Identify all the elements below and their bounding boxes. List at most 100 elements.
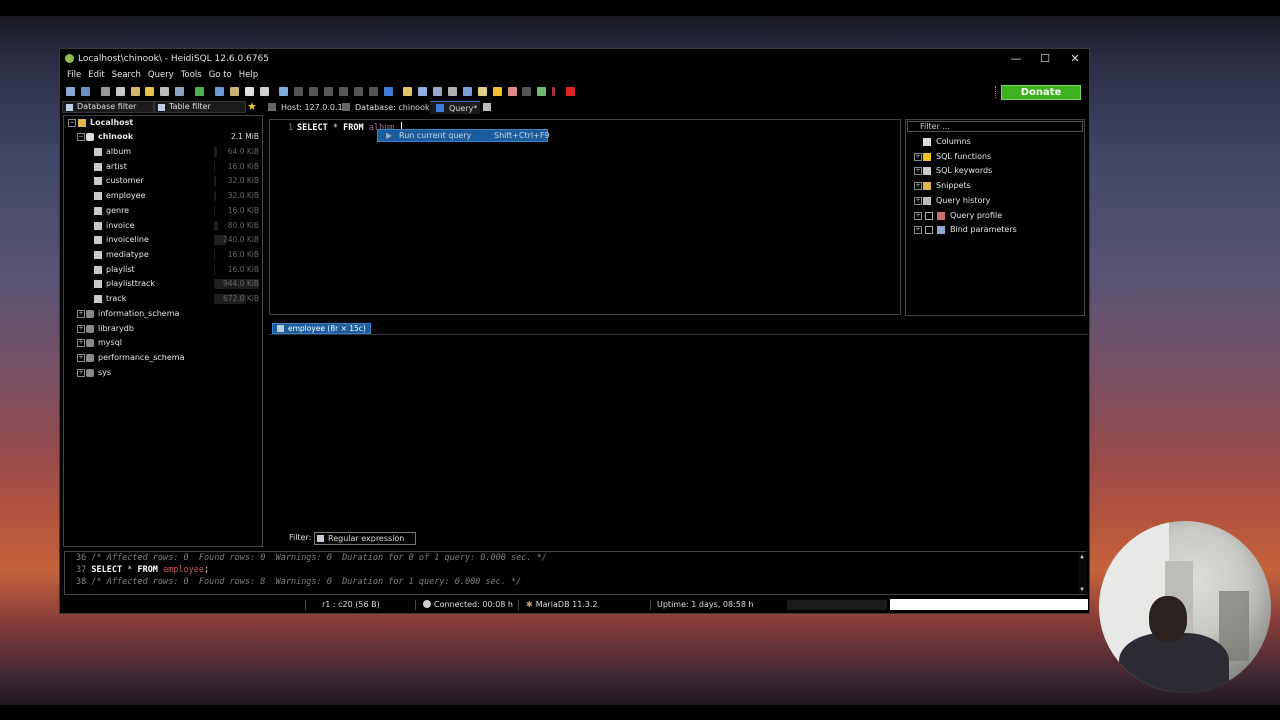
save-file-icon[interactable] bbox=[259, 87, 269, 96]
minimize-button[interactable]: — bbox=[1001, 51, 1031, 67]
export-icon[interactable] bbox=[175, 87, 185, 96]
sql-editor[interactable]: 1 SELECT * FROM album ▶ Run current quer… bbox=[269, 119, 901, 315]
helper-checkbox[interactable] bbox=[925, 211, 933, 220]
tab-database[interactable]: Database: chinook bbox=[342, 101, 430, 114]
expand-sys-icon[interactable]: + bbox=[77, 368, 85, 377]
maximize-button[interactable]: ☐ bbox=[1030, 51, 1060, 67]
exit-icon[interactable] bbox=[566, 87, 575, 96]
tree-node-table-album[interactable]: album bbox=[94, 145, 131, 159]
helper-filter-input[interactable]: Filter ... bbox=[907, 121, 1083, 132]
toolbar-grip[interactable] bbox=[995, 86, 998, 98]
datatype-icon[interactable] bbox=[462, 87, 472, 96]
expand-performance_schema-icon[interactable]: + bbox=[77, 354, 85, 363]
autocomplete-popup[interactable]: ▶ Run current query Shift+Ctrl+F9 bbox=[377, 129, 550, 142]
snippet-icon[interactable] bbox=[433, 87, 443, 96]
new-query-tab-button[interactable] bbox=[483, 101, 496, 114]
menu-file[interactable]: File bbox=[67, 70, 81, 80]
donate-button[interactable]: Donate bbox=[1001, 85, 1081, 100]
reload-icon[interactable] bbox=[537, 87, 547, 96]
tree-node-table-genre[interactable]: genre bbox=[94, 204, 129, 218]
helper-checkbox[interactable] bbox=[925, 226, 933, 235]
expand-helper-icon[interactable]: + bbox=[914, 182, 922, 191]
sql-log[interactable]: 36 /* Affected rows: 0 Found rows: 0 War… bbox=[64, 551, 1086, 595]
scroll-down-icon[interactable]: ▼ bbox=[1078, 586, 1086, 593]
warning-icon[interactable] bbox=[492, 87, 502, 96]
helper-item-sql-keywords[interactable]: SQL keywords bbox=[923, 164, 992, 178]
expand-helper-icon[interactable]: + bbox=[914, 152, 922, 161]
post-record-icon[interactable] bbox=[353, 87, 363, 96]
menu-query[interactable]: Query bbox=[148, 70, 174, 80]
tree-node-chinook[interactable]: chinook bbox=[86, 130, 133, 144]
expand-helper-icon[interactable]: + bbox=[914, 226, 922, 235]
tree-node-table-playlisttrack[interactable]: playlisttrack bbox=[94, 277, 155, 291]
info-icon[interactable] bbox=[552, 87, 556, 96]
close-button[interactable]: ✕ bbox=[1060, 51, 1090, 67]
cancel-record-icon[interactable] bbox=[368, 87, 378, 96]
tree-node-table-artist[interactable]: artist bbox=[94, 160, 127, 174]
menu-goto[interactable]: Go to bbox=[209, 70, 232, 80]
tree-node-table-invoiceline[interactable]: invoiceline bbox=[94, 233, 149, 247]
copy-icon[interactable] bbox=[115, 87, 125, 96]
log-scrollbar[interactable]: ▲ ▼ bbox=[1078, 552, 1086, 594]
result-tab-employee[interactable]: employee (8r × 15c) bbox=[272, 323, 371, 334]
tab-host[interactable]: Host: 127.0.0.1 bbox=[268, 101, 343, 114]
new-file-icon[interactable] bbox=[244, 87, 254, 96]
expand-helper-icon[interactable]: + bbox=[914, 211, 922, 220]
helper-item-query-history[interactable]: Query history bbox=[923, 194, 990, 208]
tree-node-librarydb[interactable]: librarydb bbox=[86, 322, 134, 336]
collapse-localhost-icon[interactable]: − bbox=[68, 119, 76, 127]
format-sql-icon[interactable] bbox=[448, 87, 457, 96]
user-manager-icon[interactable] bbox=[214, 87, 224, 96]
disconnect-icon[interactable] bbox=[100, 87, 110, 96]
expand-information_schema-icon[interactable]: + bbox=[77, 310, 85, 318]
helper-item-columns[interactable]: Columns bbox=[923, 135, 971, 149]
result-grid[interactable] bbox=[268, 334, 1088, 530]
tree-node-table-mediatype[interactable]: mediatype bbox=[94, 248, 149, 262]
helper-item-bind-parameters[interactable]: Bind parameters bbox=[937, 223, 1017, 237]
tree-node-table-playlist[interactable]: playlist bbox=[94, 263, 135, 277]
session-manager-icon[interactable] bbox=[66, 87, 75, 96]
last-record-icon[interactable] bbox=[309, 87, 319, 96]
tree-node-information_schema[interactable]: information_schema bbox=[86, 307, 179, 321]
paste-icon[interactable] bbox=[130, 87, 140, 96]
connect-icon[interactable] bbox=[80, 87, 90, 96]
menu-search[interactable]: Search bbox=[112, 70, 141, 80]
helper-item-sql-functions[interactable]: SQL functions bbox=[923, 150, 991, 164]
stop-icon[interactable] bbox=[507, 87, 517, 96]
explain-icon[interactable] bbox=[477, 87, 487, 96]
load-sql-icon[interactable] bbox=[403, 87, 413, 96]
print-icon[interactable] bbox=[160, 87, 170, 96]
helper-item-query-profile[interactable]: Query profile bbox=[937, 209, 1002, 223]
collapse-chinook-icon[interactable]: − bbox=[77, 133, 85, 141]
undo-icon[interactable] bbox=[145, 87, 155, 96]
delete-record-icon[interactable] bbox=[338, 87, 348, 96]
expand-helper-icon[interactable]: + bbox=[914, 167, 922, 176]
help-icon[interactable] bbox=[279, 87, 289, 96]
scroll-up-icon[interactable]: ▲ bbox=[1078, 553, 1086, 560]
autocomplete-item-label[interactable]: Run current query bbox=[399, 130, 471, 141]
menu-help[interactable]: Help bbox=[239, 70, 258, 80]
expand-mysql-icon[interactable]: + bbox=[77, 339, 85, 348]
refresh-icon[interactable] bbox=[195, 87, 204, 96]
regex-filter-button[interactable]: Regular expression bbox=[314, 532, 416, 545]
tree-node-performance_schema[interactable]: performance_schema bbox=[86, 351, 185, 365]
tree-node-table-customer[interactable]: customer bbox=[94, 174, 144, 188]
tree-node-localhost[interactable]: Localhost bbox=[78, 116, 133, 130]
tree-node-sys[interactable]: sys bbox=[86, 366, 111, 380]
tree-node-mysql[interactable]: mysql bbox=[86, 336, 122, 350]
tree-node-table-employee[interactable]: employee bbox=[94, 189, 146, 203]
table-filter-tab[interactable]: Table filter bbox=[154, 101, 246, 113]
expand-helper-icon[interactable]: + bbox=[914, 196, 922, 205]
expand-librarydb-icon[interactable]: + bbox=[77, 324, 85, 333]
maintenance-icon[interactable] bbox=[229, 87, 239, 96]
insert-record-icon[interactable] bbox=[324, 87, 333, 96]
helper-item-snippets[interactable]: Snippets bbox=[923, 179, 971, 193]
save-sql-icon[interactable] bbox=[418, 87, 428, 96]
tab-query[interactable]: Query* bbox=[430, 101, 480, 114]
database-filter-tab[interactable]: Database filter bbox=[62, 101, 154, 113]
run-query-icon[interactable] bbox=[383, 87, 393, 96]
favorites-star-icon[interactable]: ★ bbox=[247, 100, 257, 113]
menu-edit[interactable]: Edit bbox=[88, 70, 104, 80]
menu-tools[interactable]: Tools bbox=[181, 70, 202, 80]
tree-node-table-invoice[interactable]: invoice bbox=[94, 219, 134, 233]
